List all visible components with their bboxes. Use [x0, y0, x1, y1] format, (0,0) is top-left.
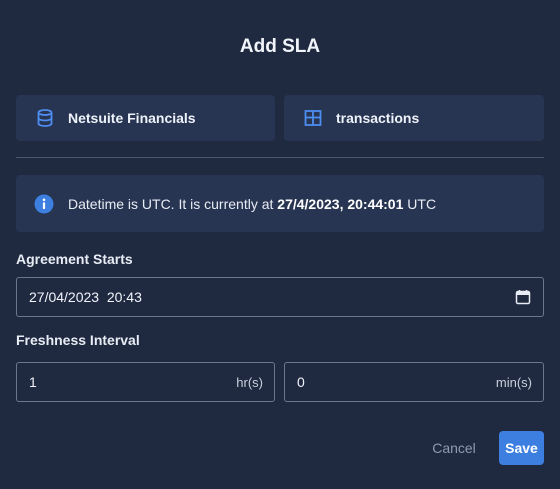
database-label: Netsuite Financials [68, 110, 196, 126]
table-icon [304, 110, 322, 126]
add-sla-dialog: Add SLA Netsuite Financials transactions… [0, 0, 560, 489]
utc-info-banner: Datetime is UTC. It is currently at 27/4… [16, 175, 544, 232]
divider [16, 157, 544, 158]
freshness-interval-label: Freshness Interval [16, 332, 140, 348]
database-card: Netsuite Financials [16, 95, 275, 141]
current-time: 27/4/2023, 20:44:01 [277, 196, 404, 212]
agreement-starts-label: Agreement Starts [16, 251, 133, 267]
agreement-start-datetime-input[interactable]: 27/04/2023 20:43 [16, 277, 544, 317]
save-button[interactable]: Save [499, 431, 544, 465]
utc-info-text: Datetime is UTC. It is currently at 27/4… [68, 196, 437, 212]
hours-unit: hr(s) [236, 375, 263, 390]
agreement-start-value: 27/04/2023 20:43 [29, 289, 142, 305]
dialog-title: Add SLA [239, 36, 321, 57]
minutes-value: 0 [297, 374, 305, 390]
hours-input[interactable]: 1 hr(s) [16, 362, 275, 402]
minutes-unit: min(s) [495, 375, 532, 390]
calendar-icon[interactable] [515, 289, 531, 305]
info-icon [34, 194, 54, 214]
database-icon [37, 109, 53, 127]
minutes-input[interactable]: 0 min(s) [284, 362, 544, 402]
table-card: transactions [284, 95, 544, 141]
cancel-button[interactable]: Cancel [420, 431, 488, 465]
table-label: transactions [336, 110, 420, 126]
hours-value: 1 [29, 374, 37, 390]
